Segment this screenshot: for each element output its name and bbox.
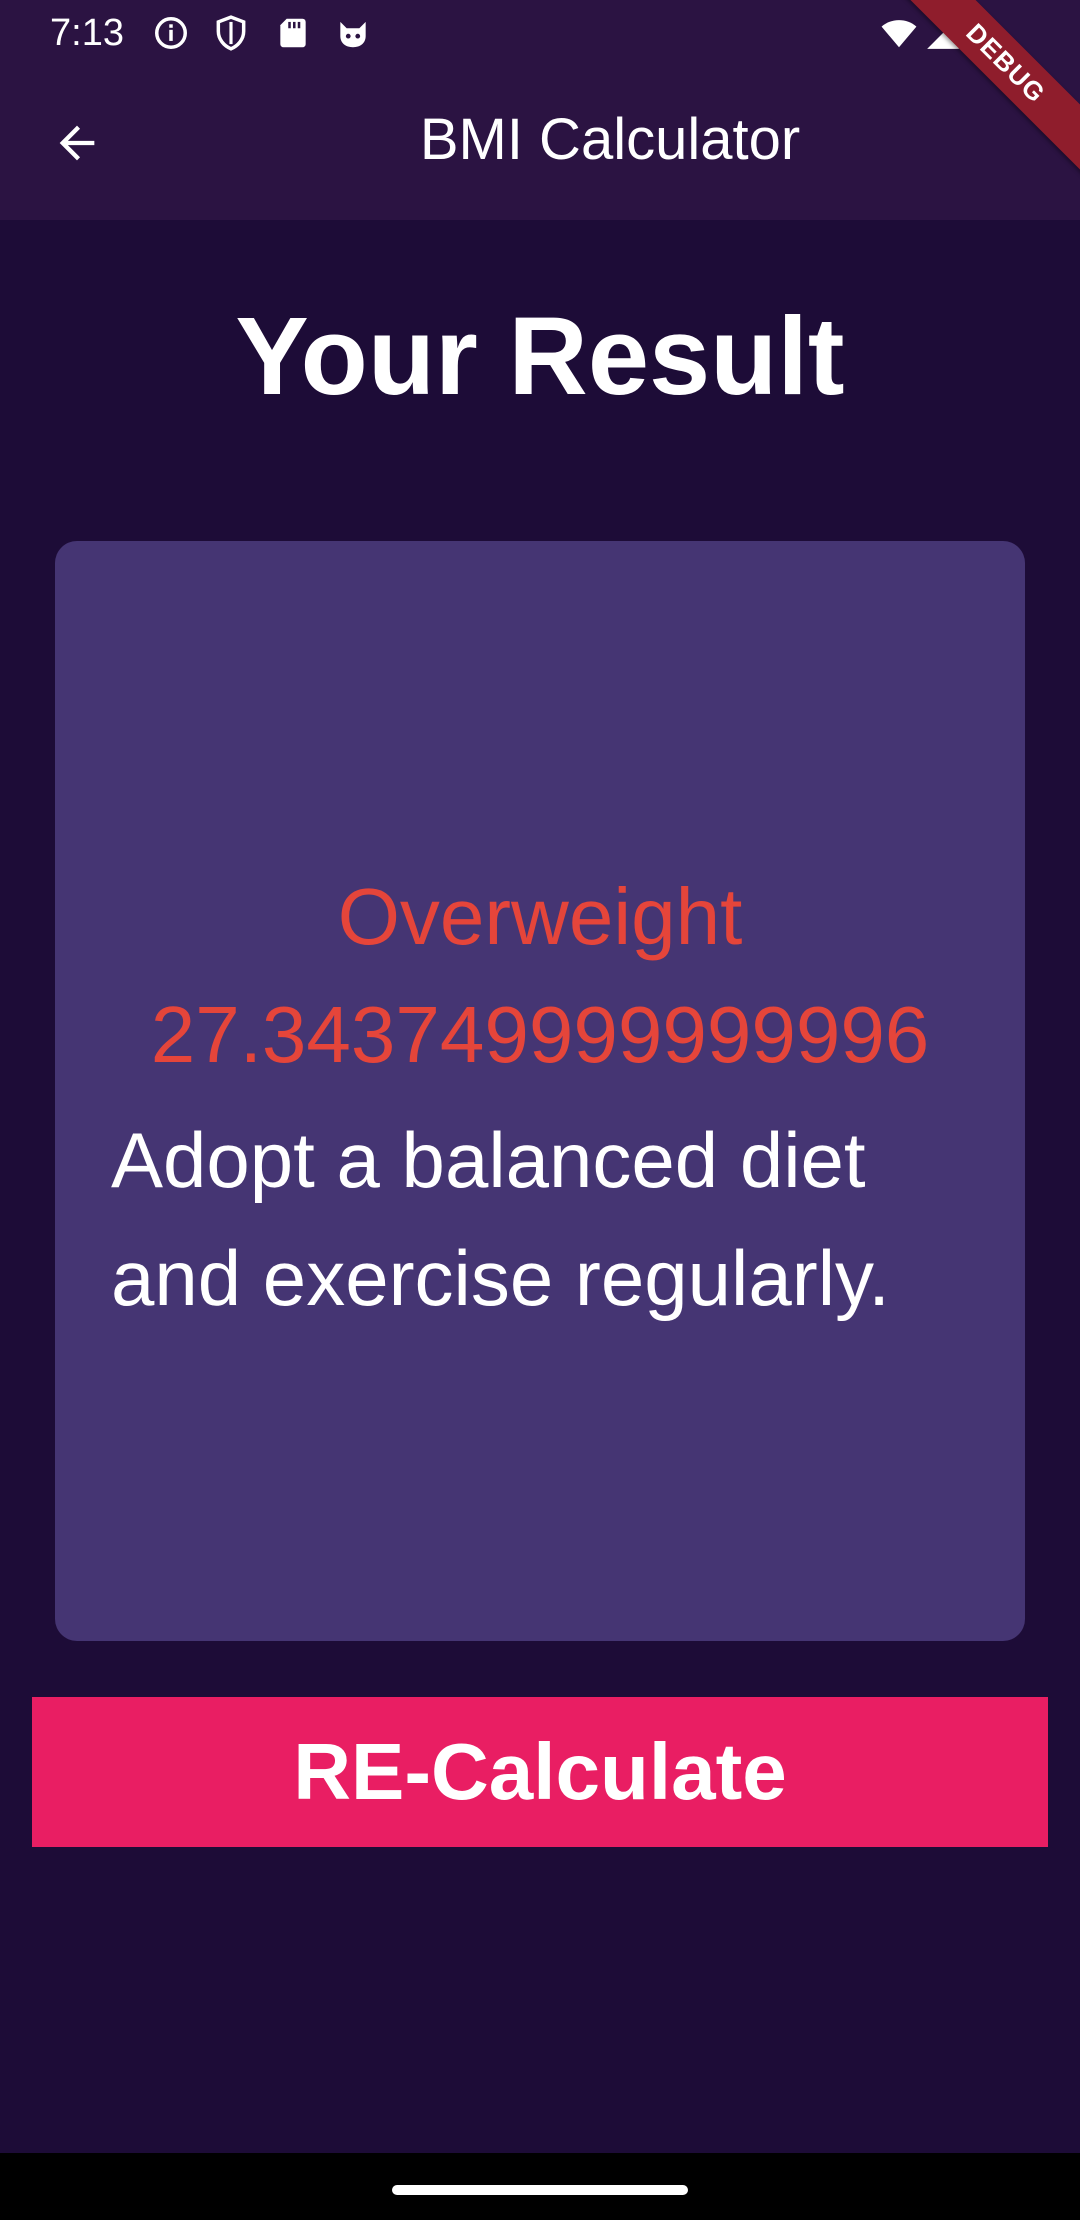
shield-icon xyxy=(212,14,250,52)
bmi-status-text: Overweight xyxy=(337,872,743,961)
bmi-advice-text: Adopt a balanced diet and exercise regul… xyxy=(111,1116,890,1322)
app-bar: BMI Calculator xyxy=(0,66,1080,220)
info-icon xyxy=(152,14,190,52)
wifi-icon xyxy=(880,14,918,52)
page-title: Your Result xyxy=(235,295,845,418)
navigation-bar xyxy=(0,2153,1080,2220)
sd-card-icon xyxy=(274,14,312,52)
status-time: 7:13 xyxy=(50,12,124,54)
status-bar: 7:13 xyxy=(0,0,1080,66)
result-card: Overweight 27.343749999999996 Adopt a ba… xyxy=(55,541,1025,1641)
recalculate-button[interactable]: RE-Calculate xyxy=(32,1697,1048,1847)
home-handle[interactable] xyxy=(392,2185,688,2195)
bmi-value-text: 27.343749999999996 xyxy=(150,990,930,1079)
app-title: BMI Calculator xyxy=(419,107,801,172)
cat-icon xyxy=(334,14,372,52)
